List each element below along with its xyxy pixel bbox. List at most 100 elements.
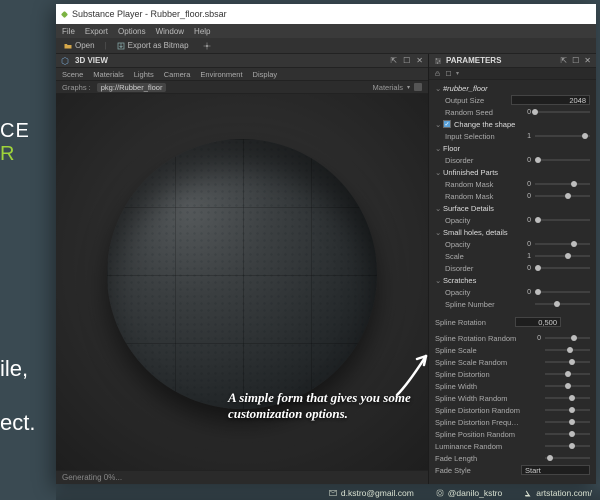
g4-r0-value: 0 [511,241,535,248]
tab-lights[interactable]: Lights [134,70,154,79]
lock-icon[interactable] [434,70,441,77]
g4-r1-label: Scale [445,252,511,261]
group-small-holes-details[interactable]: ⌄Small holes, details [429,226,596,238]
spline-8-slider[interactable] [545,430,590,438]
g0-r0-value: 1 [511,133,535,140]
chevron-down-icon[interactable]: ▾ [456,70,459,77]
transform-tool-button[interactable] [199,41,215,51]
spline-9-slider[interactable] [545,442,590,450]
parameters-panel: PARAMETERS ⇱ ☐ ✕ ▾ ⌄#rubber_floorOutput … [428,54,596,484]
tab-camera[interactable]: Camera [164,70,191,79]
caret-down-icon: ⌄ [435,168,443,177]
spline-4-slider[interactable] [545,382,590,390]
g2-r1-label: Random Mask [445,192,511,201]
menu-export[interactable]: Export [85,27,108,36]
spline-5-slider[interactable] [545,394,590,402]
g5-r0-slider[interactable] [535,288,590,296]
top-1-slider[interactable] [535,108,590,116]
g4-r2-slider[interactable] [535,264,590,272]
group-unfinished-parts[interactable]: ⌄Unfinished Parts [429,166,596,178]
g4-r1-slider[interactable] [535,252,590,260]
open-button[interactable]: Open [60,40,99,51]
top-0-field[interactable]: 2048 [511,95,590,105]
footer: d.kstro@gmail.com @danilo_kstro artstati… [56,485,600,500]
g5-r0-label: Opacity [445,288,511,297]
g4-r2-row: Disorder0 [429,262,596,274]
viewport-3d[interactable] [56,94,428,470]
group-scratches[interactable]: ⌄Scratches [429,274,596,286]
tab-environment[interactable]: Environment [200,70,242,79]
contact-email: d.kstro@gmail.com [329,488,414,498]
cube-icon [61,57,69,65]
close-icon[interactable]: ✕ [584,56,591,65]
menu-file[interactable]: File [62,27,75,36]
spline-2-label: Spline Scale Random [435,358,521,367]
materials-dropdown[interactable]: Materials [373,83,403,92]
spline-3-slider[interactable] [545,370,590,378]
fade-style-field[interactable]: Start [521,465,590,475]
g2-r1-slider[interactable] [535,192,590,200]
graph-path[interactable]: pkg://Rubber_floor [97,83,167,92]
spline-6-slider[interactable] [545,406,590,414]
menu-options[interactable]: Options [118,27,146,36]
preset-icon[interactable] [445,70,452,77]
close-icon[interactable]: ✕ [416,56,423,65]
view3d-tabs: Scene Materials Lights Camera Environmen… [56,68,428,81]
g1-r0-row: Disorder0 [429,154,596,166]
spline-2-slider[interactable] [545,358,590,366]
export-bitmap-button[interactable]: Export as Bitmap [113,40,193,51]
g1-r0-slider[interactable] [535,156,590,164]
caret-down-icon: ⌄ [435,120,443,129]
maximize-icon[interactable]: ☐ [403,56,410,65]
spline-7-slider[interactable] [545,418,590,426]
spline-rotation-field[interactable]: 0,500 [515,317,561,327]
g4-r2-label: Disorder [445,264,511,273]
window-title: Substance Player - Rubber_floor.sbsar [72,9,227,19]
spline-0-slider[interactable] [545,334,590,342]
g4-r0-slider[interactable] [535,240,590,248]
g2-r0-slider[interactable] [535,180,590,188]
spline-2-row: Spline Scale Random [429,356,596,368]
g1-r0-value: 0 [511,157,535,164]
undock-icon[interactable]: ⇱ [560,56,567,65]
spline-10-row: Fade Length [429,452,596,464]
material-swatch[interactable] [414,83,422,91]
spline-8-label: Spline Position Random [435,430,521,439]
parameters-header: PARAMETERS ⇱ ☐ ✕ [429,54,596,68]
spline-10-label: Fade Length [435,454,521,463]
g3-r0-value: 0 [511,217,535,224]
g3-r0-label: Opacity [445,216,511,225]
tab-scene[interactable]: Scene [62,70,83,79]
root-node[interactable]: ⌄#rubber_floor [429,82,596,94]
menu-window[interactable]: Window [156,27,184,36]
g4-r0-label: Opacity [445,240,511,249]
group-title: Floor [443,144,590,153]
group-surface-details[interactable]: ⌄Surface Details [429,202,596,214]
app-logo-icon [61,10,68,17]
chevron-down-icon: ▾ [407,84,410,91]
maximize-icon[interactable]: ☐ [572,56,579,65]
group-floor[interactable]: ⌄Floor [429,142,596,154]
g4-r1-value: 1 [511,253,535,260]
marketing-text-4: ect. [0,410,56,436]
spline-4-label: Spline Width [435,382,521,391]
g2-r1-row: Random Mask0 [429,190,596,202]
spline-10-slider[interactable] [545,454,590,462]
group-checkbox[interactable]: ✓ [443,120,451,128]
artstation-text: artstation.com/ [536,488,592,498]
graph-label: Graphs : [62,83,91,92]
group-change-the-shape[interactable]: ⌄✓Change the shape [429,118,596,130]
toolbar: Open | Export as Bitmap [56,38,596,54]
tab-materials[interactable]: Materials [93,70,123,79]
spline-1-slider[interactable] [545,346,590,354]
menu-help[interactable]: Help [194,27,210,36]
g5-r1-slider[interactable] [535,300,590,308]
preview-sphere [107,139,377,409]
g3-r0-slider[interactable] [535,216,590,224]
g2-r0-label: Random Mask [445,180,511,189]
fade-style-label: Fade Style [435,466,521,475]
undock-icon[interactable]: ⇱ [390,56,397,65]
viewport-column: 3D VIEW ⇱ ☐ ✕ Scene Materials Lights Cam… [56,54,428,484]
g0-r0-slider[interactable] [535,132,590,140]
tab-display[interactable]: Display [253,70,278,79]
